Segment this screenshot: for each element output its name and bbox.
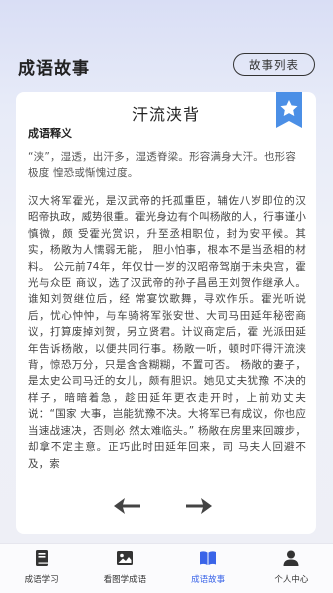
tab-picture-idioms[interactable]: 看图学成语 [83, 544, 166, 593]
tab-profile[interactable]: 个人中心 [250, 544, 333, 593]
story-card: 汗流浃背 成语释义 “浃”，湿透，出汗多，湿透脊梁。形容满身大汗。也形容极度 惶… [16, 92, 316, 534]
meaning-label: 成语释义 [28, 127, 72, 140]
arrow-left-icon[interactable] [114, 498, 140, 514]
story-title: 汗流浃背 [131, 105, 200, 124]
tab-label: 成语故事 [191, 575, 226, 585]
meaning-text: “浃”，湿透，出汗多，湿透脊梁。形容满身大汗。也形容极度 惶恐或惭愧过度。 [28, 151, 297, 179]
bottom-tab-bar: 成语学习 看图学成语 成语故事 个人中心 [0, 543, 333, 593]
book-icon [35, 550, 48, 566]
page-title: 成语故事 [18, 59, 90, 79]
tab-label: 个人中心 [274, 575, 309, 585]
image-icon [116, 551, 133, 565]
arrow-right-icon[interactable] [186, 498, 212, 514]
bookmark-star-icon[interactable] [276, 92, 302, 128]
tab-label: 成语学习 [24, 575, 59, 585]
story-list-button[interactable]: 故事列表 [233, 53, 315, 76]
header: 成语故事 故事列表 [18, 52, 315, 79]
tab-idiom-learning[interactable]: 成语学习 [0, 544, 83, 593]
tab-label: 看图学成语 [103, 575, 147, 585]
user-icon [283, 550, 299, 566]
tab-idiom-stories[interactable]: 成语故事 [167, 544, 250, 593]
story-content: 汉大将军霍光，是汉武帝的托孤重臣，辅佐八岁即位的汉 昭帝执政，威势很重。霍光身边… [28, 195, 306, 470]
open-book-icon [200, 551, 217, 565]
